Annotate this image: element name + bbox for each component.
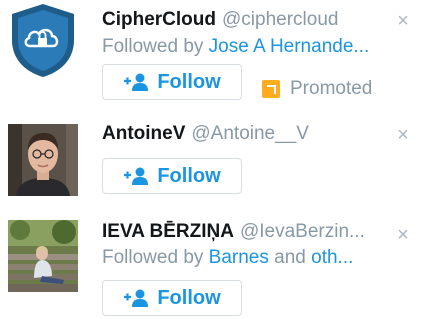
followed-by-link[interactable]: Jose A Hernande... [209,36,370,57]
suggestion-item: IEVA BĒRZIŅA @IevaBerzin... × Followed by… [0,206,422,319]
handle[interactable]: @Antoine__V [191,123,309,144]
follow-button[interactable]: Follow [102,280,242,316]
display-name[interactable]: AntoineV [102,123,185,144]
followed-by-prefix: Followed by [102,36,209,57]
display-name[interactable]: CipherCloud [102,9,216,30]
avatar[interactable] [8,220,78,292]
avatar[interactable] [8,124,78,196]
name-line: AntoineV @Antoine__V [102,122,387,146]
handle[interactable]: @ciphercloud [222,9,338,30]
follow-label: Follow [157,286,221,309]
name-line: IEVA BĒRZIŅA @IevaBerzin... [102,220,387,244]
followed-by-line: Followed by Barnes and oth... [102,246,387,270]
dismiss-icon[interactable]: × [394,225,412,245]
profile-photo [8,124,78,196]
display-name[interactable]: IEVA BĒRZIŅA [102,221,234,242]
suggestion-item: CipherCloud @ciphercloud × Followed by Jo… [0,0,422,108]
name-line: CipherCloud @ciphercloud [102,8,387,32]
promoted-label: Promoted [290,78,373,99]
avatar[interactable] [8,2,78,78]
dismiss-icon[interactable]: × [394,125,412,145]
handle[interactable]: @IevaBerzin... [240,221,365,242]
dismiss-icon[interactable]: × [394,11,412,31]
promoted-indicator: Promoted [262,78,372,100]
followed-by-link[interactable]: Barnes [209,247,269,268]
followed-by-line: Followed by Jose A Hernande... [102,35,392,59]
follow-button[interactable]: Follow [102,64,242,100]
add-user-icon [123,288,149,308]
add-user-icon [123,166,149,186]
followed-by-and: and [268,247,312,268]
follow-label: Follow [157,164,221,187]
follow-label: Follow [157,70,221,93]
add-user-icon [123,72,149,92]
suggestion-item: AntoineV @Antoine__V × Follow [0,108,422,206]
followed-by-prefix: Followed by [102,247,209,268]
followed-by-others-link[interactable]: oth... [311,247,353,268]
shield-logo-icon [12,4,74,77]
promoted-icon [262,80,280,98]
profile-photo [8,220,78,292]
follow-button[interactable]: Follow [102,158,242,194]
